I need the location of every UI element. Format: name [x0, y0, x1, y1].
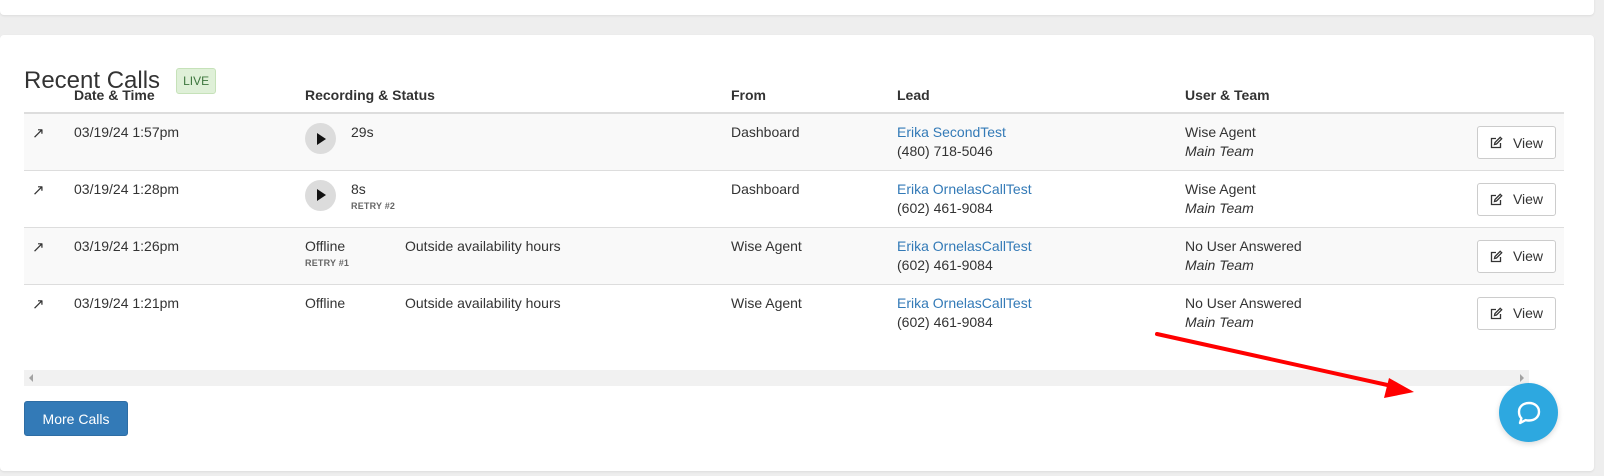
call-duration: 29s: [351, 124, 374, 140]
user-name: Wise Agent: [1185, 124, 1256, 140]
call-status: Offline: [305, 294, 346, 311]
column-header-from: From: [731, 80, 897, 114]
call-datetime: 03/19/24 1:57pm: [74, 112, 305, 170]
call-from: Dashboard: [731, 112, 897, 170]
play-recording-button[interactable]: [305, 123, 336, 154]
user-name: No User Answered: [1185, 237, 1302, 254]
status-cell: Offline Outside availability hours: [305, 295, 731, 311]
edit-icon: [1490, 249, 1503, 262]
table-row: ↗ 03/19/24 1:57pm 29s Dashboard Erika Se…: [24, 112, 1564, 170]
edit-icon: [1490, 192, 1503, 205]
lead-name-link[interactable]: Erika SecondTest: [897, 124, 1185, 140]
table-row: ↗ 03/19/24 1:21pm Offline Outside availab…: [24, 283, 1564, 341]
table-row: ↗ 03/19/24 1:26pm Offline Outside availab…: [24, 226, 1564, 284]
call-datetime: 03/19/24 1:28pm: [74, 169, 305, 227]
play-icon: [316, 189, 326, 201]
scroll-left-arrow-icon[interactable]: [29, 374, 33, 382]
call-status-note: Outside availability hours: [405, 237, 561, 254]
view-call-button[interactable]: View: [1477, 296, 1556, 330]
retry-label: RETRY #2: [351, 200, 396, 211]
view-button-label: View: [1512, 248, 1544, 264]
table-row: ↗ 03/19/24 1:28pm 8s RETRY #2 Dashboard …: [24, 169, 1564, 227]
outbound-arrow-icon: ↗: [32, 181, 45, 199]
more-calls-button[interactable]: More Calls: [24, 401, 128, 436]
recording-cell: 29s: [305, 123, 731, 154]
top-card: [0, 0, 1594, 15]
view-button-label: View: [1512, 305, 1544, 321]
status-cell: Offline Outside availability hours RETRY …: [305, 238, 731, 268]
view-call-button[interactable]: View: [1477, 239, 1556, 273]
call-from: Wise Agent: [731, 226, 897, 284]
play-icon: [316, 132, 326, 145]
call-from: Wise Agent: [731, 283, 897, 341]
column-header-recording: Recording & Status: [305, 80, 731, 114]
view-call-button[interactable]: View: [1477, 182, 1556, 216]
calls-table-body: ↗ 03/19/24 1:57pm 29s Dashboard Erika Se…: [24, 112, 1564, 341]
column-header-datetime: Date & Time: [74, 80, 305, 114]
outbound-arrow-icon: ↗: [32, 125, 45, 142]
lead-phone: (602) 461-9084: [897, 313, 993, 330]
view-button-label: View: [1512, 134, 1544, 151]
column-header-actions: [1443, 80, 1564, 114]
horizontal-scrollbar[interactable]: [24, 370, 1529, 386]
outbound-arrow-icon: ↗: [32, 295, 45, 313]
lead-name-link[interactable]: Erika OrnelasCallTest: [897, 295, 1185, 311]
lead-phone: (602) 461-9084: [897, 199, 993, 216]
user-name: Wise Agent: [1185, 180, 1256, 197]
calls-table: Date & Time Recording & Status From Lead…: [24, 80, 1564, 341]
lead-phone: (602) 461-9084: [897, 256, 993, 273]
scroll-right-arrow-icon[interactable]: [1520, 374, 1524, 382]
play-recording-button[interactable]: [305, 179, 336, 211]
lead-name-link[interactable]: Erika OrnelasCallTest: [897, 238, 1185, 254]
calls-table-container: Date & Time Recording & Status From Lead…: [24, 80, 1564, 341]
team-name: Main Team: [1185, 313, 1254, 330]
edit-icon: [1490, 306, 1503, 319]
chat-button[interactable]: [1499, 383, 1558, 442]
column-header-lead: Lead: [897, 80, 1185, 114]
view-call-button[interactable]: View: [1477, 126, 1556, 159]
call-status: Offline: [305, 237, 346, 254]
call-status-note: Outside availability hours: [405, 294, 561, 311]
table-header-row: Date & Time Recording & Status From Lead…: [24, 80, 1564, 114]
user-name: No User Answered: [1185, 294, 1302, 311]
column-header-user-team: User & Team: [1185, 80, 1443, 114]
call-from: Dashboard: [731, 169, 897, 227]
call-datetime: 03/19/24 1:21pm: [74, 283, 305, 341]
edit-icon: [1490, 136, 1503, 149]
recording-cell: 8s RETRY #2: [305, 179, 731, 211]
call-datetime: 03/19/24 1:26pm: [74, 226, 305, 284]
view-button-label: View: [1512, 191, 1544, 207]
team-name: Main Team: [1185, 199, 1254, 216]
team-name: Main Team: [1185, 256, 1254, 273]
retry-label: RETRY #1: [305, 257, 350, 268]
lead-phone: (480) 718-5046: [897, 143, 993, 159]
column-header-direction: [24, 80, 74, 114]
chat-bubble-icon: [1517, 401, 1540, 424]
lead-name-link[interactable]: Erika OrnelasCallTest: [897, 181, 1185, 197]
call-duration: 8s: [351, 180, 366, 197]
outbound-arrow-icon: ↗: [32, 238, 45, 256]
team-name: Main Team: [1185, 143, 1254, 159]
